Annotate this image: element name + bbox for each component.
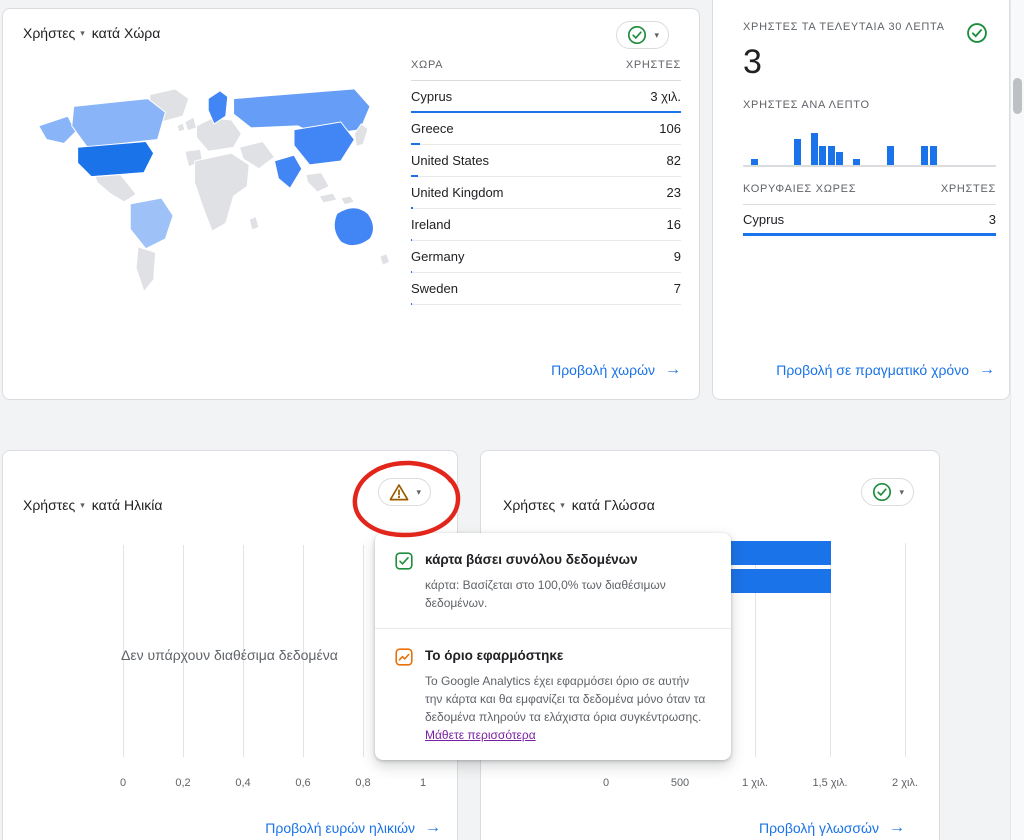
column-header-country: ΧΩΡΑ xyxy=(411,59,443,71)
metric-dropdown[interactable]: Χρήστες ▾ xyxy=(23,497,85,513)
metric-dropdown[interactable]: Χρήστες ▾ xyxy=(23,25,85,41)
table-row: Ireland 16 xyxy=(411,209,681,241)
gridline xyxy=(905,543,906,757)
popup-item-title: Το όριο εφαρμόστηκε xyxy=(425,647,709,663)
chevron-down-icon: ▾ xyxy=(654,31,659,40)
card-status-button[interactable]: ▾ xyxy=(616,21,669,49)
view-age-ranges-link[interactable]: Προβολή ευρών ηλικιών → xyxy=(265,819,441,837)
popup-item-title: κάρτα βάσει συνόλου δεδομένων xyxy=(425,551,709,567)
table-row: Cyprus 3 χιλ. xyxy=(411,81,681,113)
check-circle-icon xyxy=(871,481,893,503)
popup-item-description: κάρτα: Βασίζεται στο 100,0% των διαθέσιμ… xyxy=(425,576,709,612)
chevron-down-icon: ▾ xyxy=(80,29,85,38)
popup-item-description: Το Google Analytics έχει εφαρμόσει όριο … xyxy=(425,672,709,744)
x-tick-label: 500 xyxy=(671,777,689,789)
top-countries-list: ΚΟΡΥΦΑΙΕΣ ΧΩΡΕΣ ΧΡΗΣΤΕΣ Cyprus 3 xyxy=(743,183,996,233)
arrow-right-icon: → xyxy=(665,361,681,379)
table-row: Greece 106 xyxy=(411,113,681,145)
dimension-label: κατά Γλώσσα xyxy=(572,497,655,513)
row-value-bar xyxy=(743,233,996,236)
x-tick-label: 0 xyxy=(120,777,126,789)
card-status-popup: κάρτα βάσει συνόλου δεδομένων κάρτα: Βασ… xyxy=(375,533,731,760)
metric-label: Χρήστες xyxy=(23,25,75,41)
dimension-label: κατά Χώρα xyxy=(92,25,161,41)
analytics-dashboard: Χρήστες ▾ κατά Χώρα ▾ xyxy=(0,0,1024,840)
view-realtime-link[interactable]: Προβολή σε πραγματικό χρόνο → xyxy=(776,361,995,379)
x-tick-label: 0,4 xyxy=(235,777,250,789)
top-countries-header: ΚΟΡΥΦΑΙΕΣ ΧΩΡΕΣ xyxy=(743,183,856,195)
x-tick-label: 2 χιλ. xyxy=(892,777,918,789)
x-tick-label: 1 χιλ. xyxy=(742,777,768,789)
view-countries-link[interactable]: Προβολή χωρών → xyxy=(551,361,681,379)
arrow-right-icon: → xyxy=(889,819,905,837)
check-circle-icon[interactable] xyxy=(965,21,989,45)
column-header-users: ΧΡΗΣΤΕΣ xyxy=(626,59,681,71)
chevron-down-icon: ▾ xyxy=(416,488,421,497)
card-realtime: ΧΡΗΣΤΕΣ ΤΑ ΤΕΛΕΥΤΑΙΑ 30 ΛΕΠΤΑ 3 ΧΡΗΣΤΕΣ … xyxy=(712,0,1010,400)
x-tick-label: 1,5 χιλ. xyxy=(812,777,847,789)
check-circle-icon xyxy=(626,24,648,46)
gridline xyxy=(363,545,364,757)
x-tick-label: 0,6 xyxy=(295,777,310,789)
threshold-chart-icon xyxy=(395,648,413,666)
table-row: Cyprus 3 xyxy=(743,205,996,233)
arrow-right-icon: → xyxy=(979,361,995,379)
table-row: Sweden 7 xyxy=(411,273,681,305)
metric-dropdown[interactable]: Χρήστες ▾ xyxy=(503,497,565,513)
metric-label: Χρήστες xyxy=(23,497,75,513)
chevron-down-icon: ▾ xyxy=(560,501,565,510)
x-tick-label: 0,8 xyxy=(355,777,370,789)
metric-label: Χρήστες xyxy=(503,497,555,513)
realtime-title: ΧΡΗΣΤΕΣ ΤΑ ΤΕΛΕΥΤΑΙΑ 30 ΛΕΠΤΑ xyxy=(743,21,945,33)
learn-more-link[interactable]: Μάθετε περισσότερα xyxy=(425,728,536,742)
chevron-down-icon: ▾ xyxy=(899,488,904,497)
scrollbar-track[interactable] xyxy=(1010,0,1024,840)
world-map xyxy=(31,83,403,313)
table-row: United States 82 xyxy=(411,145,681,177)
per-minute-label: ΧΡΗΣΤΕΣ ΑΝΑ ΛΕΠΤΟ xyxy=(743,99,870,111)
country-table: ΧΩΡΑ ΧΡΗΣΤΕΣ Cyprus 3 χιλ. Greece 106 Un… xyxy=(411,59,681,305)
row-value-bar xyxy=(411,303,412,305)
no-data-message: Δεν υπάρχουν διαθέσιμα δεδομένα xyxy=(121,647,338,663)
warning-triangle-icon xyxy=(388,482,410,502)
view-languages-link[interactable]: Προβολή γλωσσών → xyxy=(759,819,905,837)
data-set-check-icon xyxy=(395,552,413,570)
table-row: United Kingdom 23 xyxy=(411,177,681,209)
card-users-by-country: Χρήστες ▾ κατά Χώρα ▾ xyxy=(2,8,700,400)
popup-item-data-set: κάρτα βάσει συνόλου δεδομένων κάρτα: Βασ… xyxy=(375,533,731,628)
card-status-button[interactable]: ▾ xyxy=(861,478,914,506)
arrow-right-icon: → xyxy=(425,819,441,837)
x-tick-label: 0 xyxy=(603,777,609,789)
card-warning-button[interactable]: ▾ xyxy=(378,478,431,506)
x-tick-label: 1 xyxy=(420,777,426,789)
scrollbar-thumb[interactable] xyxy=(1013,78,1022,114)
dimension-label: κατά Ηλικία xyxy=(92,497,163,513)
popup-item-threshold: Το όριο εφαρμόστηκε Το Google Analytics … xyxy=(375,629,731,760)
realtime-user-count: 3 xyxy=(743,43,762,82)
realtime-sparkline xyxy=(743,129,996,167)
chevron-down-icon: ▾ xyxy=(80,501,85,510)
table-row: Germany 9 xyxy=(411,241,681,273)
users-header: ΧΡΗΣΤΕΣ xyxy=(941,183,996,195)
x-tick-label: 0,2 xyxy=(175,777,190,789)
